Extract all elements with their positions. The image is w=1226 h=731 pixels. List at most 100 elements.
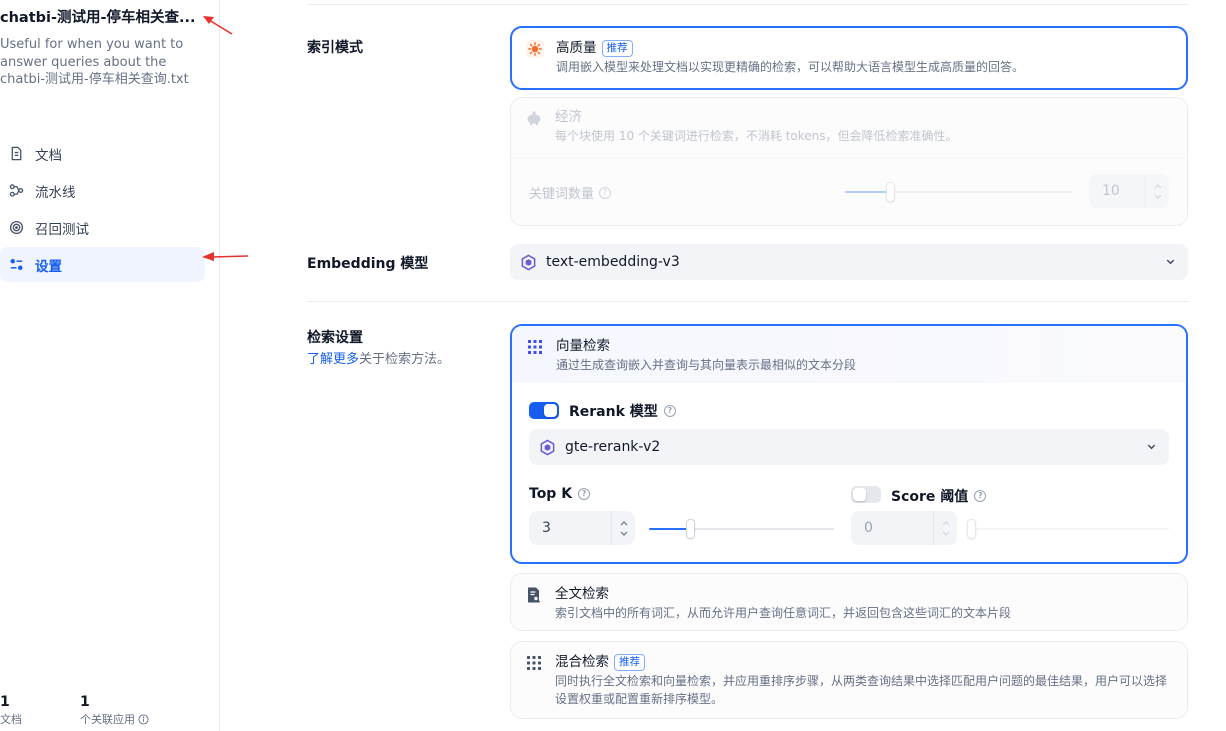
fulltext-search-title: 全文检索 <box>555 586 609 602</box>
sidebar-item-label: 文档 <box>35 147 62 164</box>
toggle-knob <box>853 488 866 501</box>
keyword-count-value: 10 <box>1102 183 1120 199</box>
rerank-model-value: gte-rerank-v2 <box>565 439 661 455</box>
stat-value: 1 <box>80 694 90 710</box>
keyword-count-label: 关键词数量 ? <box>529 183 612 202</box>
sidebar-item-documents[interactable]: 文档 <box>0 136 205 171</box>
high-quality-description: 调用嵌入模型来处理文档以实现更精确的检索，可以帮助大语言模型生成高质量的回答。 <box>556 60 1025 74</box>
topk-value: 3 <box>542 520 551 536</box>
vector-search-title: 向量检索 <box>556 338 610 354</box>
sidebar-item-recall-test[interactable]: 召回测试 <box>0 210 205 245</box>
keyword-count-input[interactable]: 10 <box>1089 174 1169 208</box>
chevron-down-icon <box>1166 259 1175 265</box>
stepper[interactable] <box>611 511 635 545</box>
slider-fill <box>845 191 891 193</box>
model-provider-icon <box>539 439 556 456</box>
vector-grid-icon <box>524 336 546 358</box>
embedding-model-label: Embedding 模型 <box>307 256 429 272</box>
score-threshold-input[interactable]: 0 <box>851 511 957 545</box>
piggy-bank-icon <box>523 107 545 129</box>
toggle-knob <box>544 404 557 417</box>
slider-thumb[interactable] <box>886 182 896 202</box>
fulltext-search-description: 索引文档中的所有词汇，从而允许用户查询任意词汇，并返回包含这些词汇的文本片段 <box>555 606 1012 620</box>
keyword-count-slider[interactable] <box>845 182 1072 202</box>
topk-label: Top K ? <box>529 486 591 502</box>
help-icon[interactable]: ? <box>974 490 987 502</box>
document-search-icon <box>523 584 545 606</box>
knowledge-base-description: Useful for when you want to answer queri… <box>0 37 189 87</box>
chevron-down-icon[interactable] <box>620 531 628 536</box>
index-mode-high-quality-card[interactable]: 高质量 推荐 调用嵌入模型来处理文档以实现更精确的检索，可以帮助大语言模型生成高质… <box>510 26 1188 90</box>
info-icon[interactable] <box>138 713 149 725</box>
stat-documents: 1 文档 <box>0 693 22 727</box>
recommended-badge: 推荐 <box>614 653 645 671</box>
sun-icon <box>524 38 546 60</box>
hybrid-search-card[interactable]: 混合检索 推荐 同时执行全文检索和向量检索，并应用重排序步骤，从两类查询结果中选择… <box>510 641 1188 719</box>
stat-value: 1 <box>0 694 10 710</box>
economy-title: 经济 <box>555 109 582 125</box>
stat-label: 个关联应用 <box>80 713 135 726</box>
annotation-arrow-title <box>203 16 233 35</box>
knowledge-base-title: chatbi-测试用-停车相关查... <box>0 10 196 26</box>
rerank-label-text: Rerank 模型 <box>569 404 658 420</box>
hybrid-search-title: 混合检索 <box>555 654 609 670</box>
slider-thumb[interactable] <box>685 519 695 539</box>
sidebar-item-pipeline[interactable]: 流水线 <box>0 173 205 208</box>
stepper[interactable] <box>933 511 957 545</box>
score-threshold-toggle[interactable] <box>851 486 881 503</box>
recommended-badge: 推荐 <box>601 39 633 57</box>
embedding-model-select[interactable]: text-embedding-v3 <box>510 244 1188 280</box>
keyword-count-text: 关键词数量 <box>529 187 595 202</box>
vector-search-description: 通过生成查询嵌入并查询与其向量表示最相似的文本分段 <box>556 358 857 372</box>
sidebar-item-label: 流水线 <box>35 184 76 201</box>
rerank-model-select[interactable]: gte-rerank-v2 <box>529 429 1169 465</box>
sidebar-stats: 1 文档 1 个关联应用 <box>0 693 207 727</box>
embedding-model-value: text-embedding-v3 <box>546 254 680 270</box>
hybrid-grid-icon <box>523 652 545 674</box>
sidebar-nav: 文档 流水线 召回测试 设置 <box>0 136 205 284</box>
stepper[interactable] <box>1145 174 1169 208</box>
retrieval-settings-label: 检索设置 <box>307 330 363 346</box>
sidebar-item-settings[interactable]: 设置 <box>0 247 205 282</box>
hybrid-search-description: 同时执行全文检索和向量检索，并应用重排序步骤，从两类查询结果中选择匹配用户问题的… <box>555 674 1168 706</box>
learn-more-suffix: 关于检索方法。 <box>359 352 451 367</box>
chevron-up-icon[interactable] <box>942 520 950 526</box>
economy-description: 每个块使用 10 个关键词进行检索，不消耗 tokens，但会降低检索准确性。 <box>555 129 958 143</box>
help-icon[interactable]: ? <box>663 405 676 417</box>
slider-thumb[interactable] <box>967 519 976 539</box>
sidebar: chatbi-测试用-停车相关查... Useful for when you … <box>0 0 220 731</box>
document-icon <box>8 146 24 162</box>
sidebar-item-label: 召回测试 <box>35 221 89 238</box>
topk-label-text: Top K <box>529 486 573 502</box>
index-mode-economy-card[interactable]: 经济 每个块使用 10 个关键词进行检索，不消耗 tokens，但会降低检索准确… <box>510 97 1188 226</box>
rerank-toggle[interactable] <box>529 402 559 419</box>
score-label-text: Score 阈值 <box>891 489 969 505</box>
chevron-down-icon <box>1147 444 1156 450</box>
learn-more-link[interactable]: 了解更多 <box>307 352 359 367</box>
divider <box>307 4 1189 5</box>
help-icon[interactable]: ? <box>599 186 612 199</box>
pipeline-icon <box>8 183 24 199</box>
chevron-up-icon[interactable] <box>1154 183 1162 189</box>
chevron-down-icon[interactable] <box>942 531 950 536</box>
chevron-up-icon[interactable] <box>620 520 628 526</box>
stat-label: 文档 <box>0 713 22 726</box>
vector-search-card[interactable]: 向量检索 通过生成查询嵌入并查询与其向量表示最相似的文本分段 Rerank 模型… <box>510 324 1188 564</box>
help-icon[interactable]: ? <box>578 488 591 500</box>
score-value: 0 <box>864 520 873 536</box>
topk-slider[interactable] <box>649 519 834 539</box>
fulltext-search-card[interactable]: 全文检索 索引文档中的所有词汇，从而允许用户查询任意词汇，并返回包含这些词汇的文… <box>510 573 1188 631</box>
score-threshold-slider[interactable] <box>967 519 1169 539</box>
index-mode-label: 索引模式 <box>307 40 363 56</box>
rerank-label: Rerank 模型 ? <box>569 401 676 421</box>
score-threshold-label: Score 阈值 ? <box>891 486 987 506</box>
target-icon <box>8 220 24 236</box>
slider-fill <box>649 528 690 530</box>
sidebar-item-label: 设置 <box>35 258 62 275</box>
stat-linked-apps: 1 个关联应用 <box>80 693 149 727</box>
divider <box>511 157 1187 158</box>
topk-input[interactable]: 3 <box>529 511 635 545</box>
divider <box>307 301 1189 302</box>
model-provider-icon <box>520 254 537 271</box>
chevron-down-icon[interactable] <box>1154 194 1162 199</box>
